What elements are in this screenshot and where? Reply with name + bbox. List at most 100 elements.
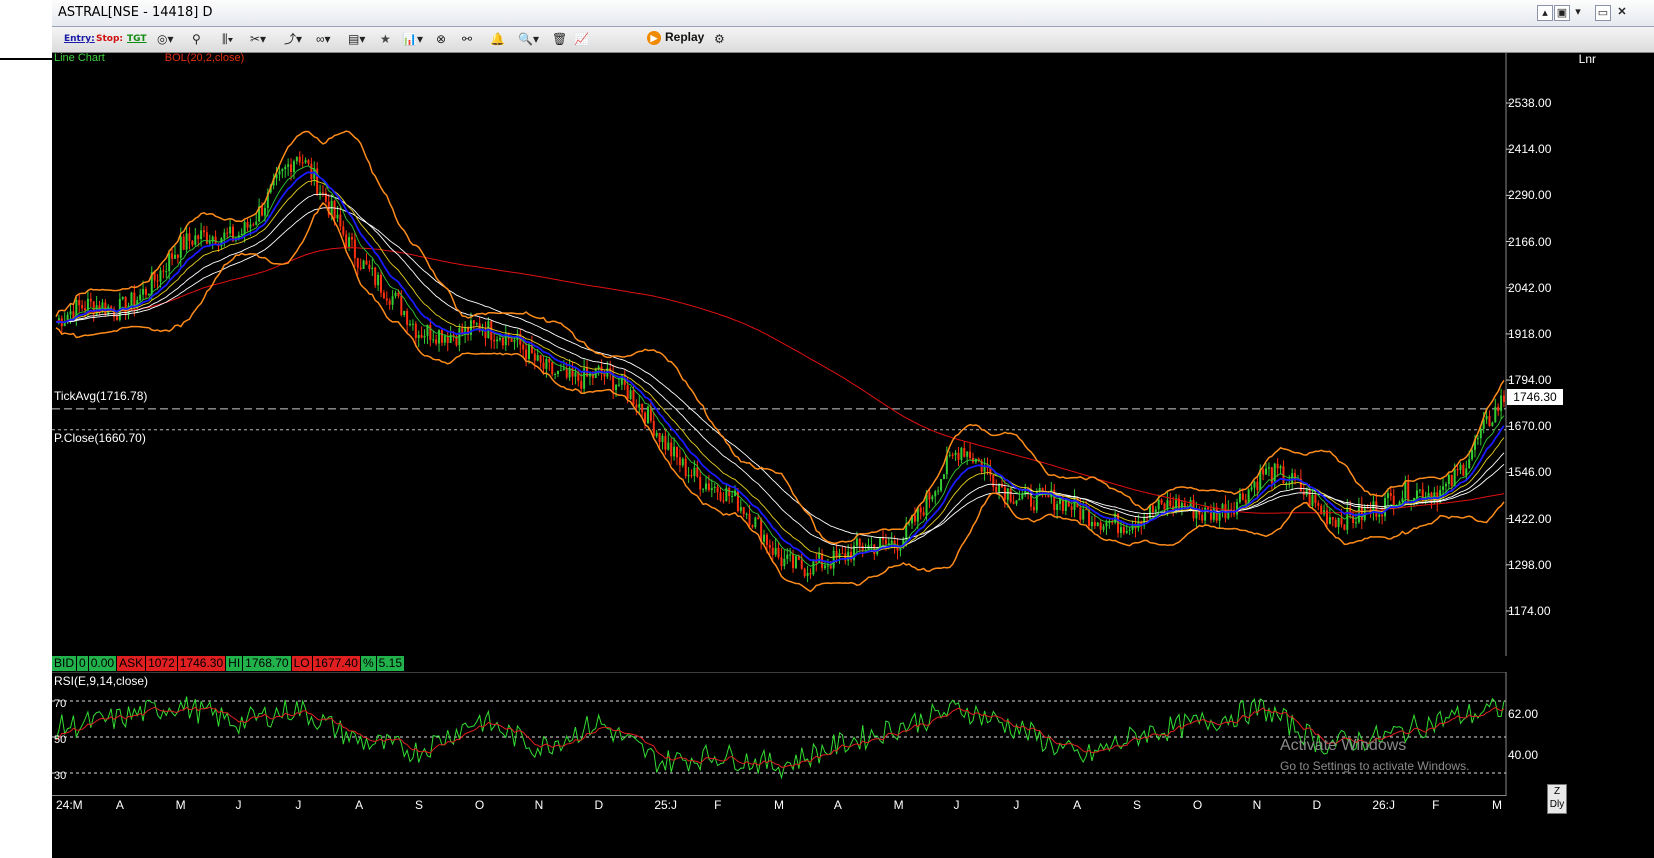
candle-body <box>397 292 400 296</box>
entry-label[interactable]: Entry: <box>64 31 95 47</box>
candle-body <box>705 483 708 490</box>
candle-body <box>345 234 348 248</box>
candle-body <box>1009 488 1012 502</box>
candle-body <box>777 547 780 558</box>
candle-body <box>551 362 554 375</box>
candle-body <box>226 232 229 234</box>
candle-body <box>687 475 690 477</box>
candle-body <box>1384 498 1387 517</box>
candle-body <box>858 538 861 546</box>
candle-body <box>229 226 232 234</box>
trend-icon[interactable]: 📈 <box>574 31 589 47</box>
candle-body <box>664 435 667 450</box>
candle-body <box>438 330 441 344</box>
candle-body <box>223 232 226 239</box>
candle-body <box>89 298 92 302</box>
candle-body <box>1250 487 1253 490</box>
candle-body <box>771 547 774 555</box>
time-tick-label: N <box>1252 798 1262 812</box>
candle-body <box>754 517 757 528</box>
link-icon[interactable]: ∞▾ <box>316 31 331 47</box>
magnet-icon[interactable]: ⚯ <box>462 31 472 47</box>
scanner-icon[interactable]: ⊗ <box>436 31 446 47</box>
layout-icon[interactable]: ▣ <box>1554 5 1570 21</box>
window-title: ASTRAL[NSE - 14418] D <box>58 5 213 20</box>
candle-body <box>81 305 84 309</box>
lo-value: 1677.40 <box>312 656 360 671</box>
candle-body <box>147 293 150 295</box>
candle-body <box>1267 467 1270 469</box>
candle-body <box>957 452 960 460</box>
candle-body <box>287 164 290 167</box>
study-icon[interactable]: 📊▾ <box>402 31 423 47</box>
candle-body <box>870 544 873 546</box>
candle-body <box>144 289 147 295</box>
settings-gear-icon[interactable]: ⚙ <box>714 31 725 47</box>
candle-body <box>1340 517 1343 525</box>
price-tick-label: 1794.00 <box>1508 373 1552 388</box>
price-chart[interactable] <box>52 52 1654 656</box>
candle-body <box>1021 494 1024 499</box>
candle-body <box>1305 488 1308 495</box>
candle-body <box>774 547 777 555</box>
candle-body <box>1082 509 1085 520</box>
period-selector[interactable]: Z Dly <box>1547 784 1567 814</box>
ask-qty: 1072 <box>146 656 177 671</box>
star-icon[interactable]: ★ <box>380 31 391 47</box>
rsi-level-70: 70 <box>54 698 67 710</box>
candle-body <box>1265 468 1268 475</box>
candle-body <box>693 467 696 477</box>
candle-body <box>794 556 797 569</box>
candle-body <box>951 454 954 456</box>
rsi-chart[interactable] <box>52 672 1654 796</box>
candle-body <box>1032 506 1035 511</box>
candle-body <box>1476 438 1479 440</box>
candle-body <box>263 207 266 216</box>
restore-icon[interactable]: ▭ <box>1595 5 1611 21</box>
delete-icon[interactable]: 🗑 <box>552 31 567 47</box>
candle-body <box>403 310 406 316</box>
tgt-label[interactable]: TGT <box>127 31 147 47</box>
candle-body <box>202 230 205 233</box>
stop-label[interactable]: Stop: <box>96 31 123 47</box>
pin-icon[interactable]: ⚲ <box>192 31 201 47</box>
candle-body <box>1003 487 1006 500</box>
candle-body <box>1012 501 1015 504</box>
candle-body <box>298 156 301 163</box>
replay-button[interactable]: ▶ Replay <box>647 30 704 48</box>
dropdown-icon[interactable]: ▾ <box>1571 5 1585 19</box>
candle-body <box>472 320 475 324</box>
close-icon[interactable]: ✕ <box>1615 5 1629 19</box>
candle-body <box>1090 522 1093 527</box>
candle-body <box>1471 450 1474 460</box>
zoom-icon[interactable]: 🔍▾ <box>518 31 539 47</box>
quote-bar: BID 0 0.00 ASK 1072 1746.30 HI 1768.70 LO 1677.40… <box>52 656 405 671</box>
candle-body <box>922 512 925 516</box>
line-tools-icon[interactable]: ⤴▾ <box>284 31 302 47</box>
candle-body <box>948 454 951 456</box>
template-icon[interactable]: ▤▾ <box>348 31 365 47</box>
candle-body <box>841 553 844 555</box>
candle-type-icon[interactable]: ⫼▾ <box>222 31 233 47</box>
candle-body <box>522 344 525 350</box>
candle-body <box>252 224 255 226</box>
candle-body <box>400 295 403 316</box>
candle-body <box>208 241 211 244</box>
candle-body <box>342 226 345 235</box>
draw-tools-icon[interactable]: ✂▾ <box>250 31 266 47</box>
candle-body <box>1485 416 1488 420</box>
ask-price: 1746.30 <box>177 656 226 671</box>
scroll-up-icon[interactable]: ▴ <box>1537 5 1553 21</box>
candle-body <box>1331 517 1334 520</box>
activation-watermark-subtitle: Go to Settings to activate Windows. <box>1280 759 1470 773</box>
rsi-level-30: 30 <box>54 770 67 782</box>
indicator-icon[interactable]: ◎▾ <box>157 31 174 47</box>
candle-body <box>1102 526 1105 530</box>
candle-body <box>391 296 394 305</box>
candle-body <box>1337 517 1340 527</box>
candle-body <box>919 507 922 513</box>
candle-body <box>1160 499 1163 504</box>
time-tick-label: 25:J <box>654 798 678 812</box>
candle-body <box>130 292 133 306</box>
alert-bell-icon[interactable]: 🔔 <box>490 31 505 47</box>
